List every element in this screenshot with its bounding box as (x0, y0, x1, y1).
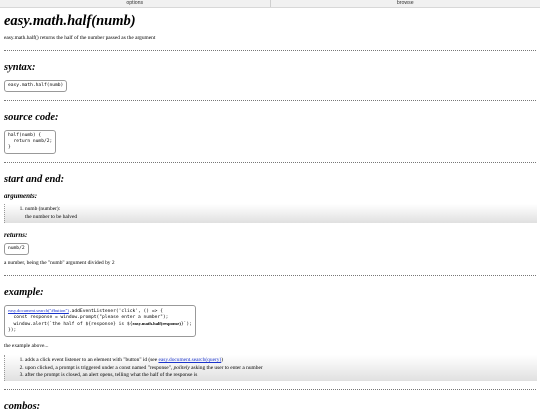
example-heading: example: (4, 287, 536, 299)
arguments-list: numb (number): the number to be halved (4, 204, 537, 223)
source-code-block: half(numb) { return numb/2; } (4, 130, 56, 154)
browse-tab[interactable]: browse (271, 0, 540, 7)
step-emphasis: politely (174, 365, 190, 371)
combos-heading: combos: (4, 401, 536, 413)
step-text: asking the user to enter a number (190, 365, 263, 371)
section-divider (4, 50, 536, 51)
section-divider (4, 275, 536, 276)
example-steps-list: adds a click event listener to an elemen… (4, 355, 537, 381)
source-code-heading: source code: (4, 112, 536, 124)
example-code-block: easy.document.search("#button").addEvent… (4, 305, 196, 337)
returns-description: a number, being the "numb" argument divi… (4, 260, 536, 267)
arguments-heading: arguments: (4, 192, 536, 200)
page-description: easy.math.half() returns the half of the… (4, 35, 536, 42)
step-text: adds a click event listener to an elemen… (25, 357, 158, 363)
section-divider (4, 100, 536, 101)
argument-name: numb (number): (25, 206, 60, 212)
step-text: ) (221, 357, 223, 363)
example-step: adds a click event listener to an elemen… (25, 357, 537, 364)
code-line-3-start: window.alert(`the half of ${response} is… (8, 322, 132, 327)
code-line-4: }); (8, 328, 16, 333)
main-content: easy.math.half(numb) easy.math.half() re… (4, 13, 536, 419)
example-step: after the prompt is closed, an alert ope… (25, 372, 537, 379)
section-divider (4, 162, 536, 163)
start-and-end-heading: start and end: (4, 174, 536, 186)
search-query-link[interactable]: easy.document.search(query) (158, 357, 221, 363)
section-divider (4, 389, 536, 390)
argument-item: numb (number): the number to be halved (25, 206, 537, 221)
code-line-3-highlight: easy.math.half(response) (132, 321, 180, 326)
page-title: easy.math.half(numb) (4, 13, 536, 30)
code-line-2: const response = window.prompt("please e… (8, 315, 168, 320)
step-text: upon clicked, a prompt is triggered unde… (25, 365, 174, 371)
returns-code: numb/2 (4, 243, 29, 255)
syntax-heading: syntax: (4, 62, 536, 74)
returns-heading: returns: (4, 231, 536, 239)
example-step: upon clicked, a prompt is triggered unde… (25, 365, 537, 372)
options-tab[interactable]: options (0, 0, 271, 7)
code-line-3-end: }`); (181, 322, 192, 327)
argument-description: the number to be halved (25, 214, 77, 220)
syntax-code: easy.math.half(numb) (4, 80, 67, 92)
example-intro: the example above... (4, 343, 536, 350)
top-navigation-bar: options browse (0, 0, 540, 8)
code-line-1: .addEventListener('click', () => { (69, 309, 163, 314)
search-function-link[interactable]: easy.document.search("#button") (8, 308, 69, 313)
